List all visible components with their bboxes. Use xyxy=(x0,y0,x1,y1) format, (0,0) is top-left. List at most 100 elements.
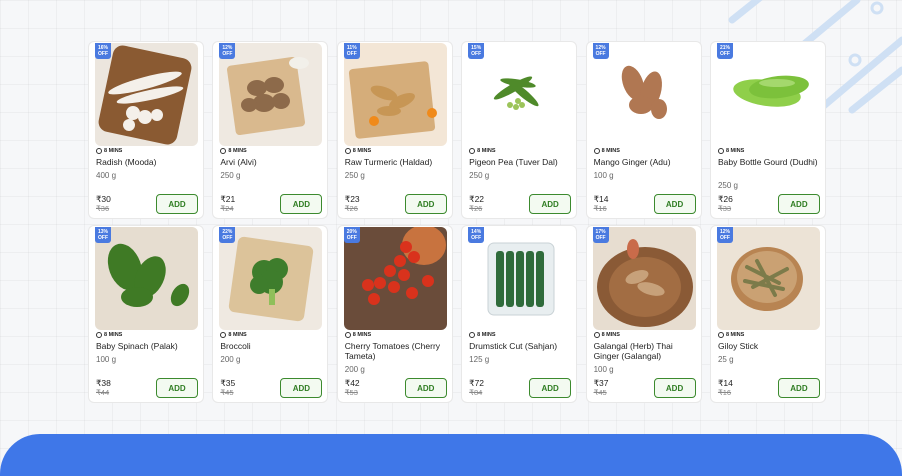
add-button[interactable]: ADD xyxy=(280,194,323,214)
product-weight: 250 g xyxy=(717,181,738,190)
add-button[interactable]: ADD xyxy=(280,378,323,398)
product-mrp: ₹44 xyxy=(96,388,110,397)
product-price: ₹21 xyxy=(220,194,236,204)
product-image-cherry-tomatoes[interactable] xyxy=(343,227,447,330)
product-price: ₹38 xyxy=(96,378,111,388)
product-weight: 200 g xyxy=(344,365,365,374)
product-mrp: ₹53 xyxy=(344,388,358,397)
timer-icon xyxy=(220,332,227,338)
delivery-time: 8 MINS xyxy=(717,148,744,154)
product-price: ₹14 xyxy=(717,378,733,388)
product-card[interactable]: 20% OFF 8 MINS Cherry Tomatoes (Cherry Ta… xyxy=(336,225,453,403)
add-button[interactable]: ADD xyxy=(653,378,696,398)
product-image-broccoli[interactable] xyxy=(219,227,323,330)
product-image-pigeon-pea[interactable] xyxy=(468,43,572,146)
product-image-drumstick-cut[interactable] xyxy=(468,227,572,330)
product-image-galangal[interactable] xyxy=(592,227,696,330)
timer-icon xyxy=(593,332,600,338)
timer-icon xyxy=(96,332,102,338)
discount-badge: 16% OFF xyxy=(95,43,111,59)
product-name[interactable]: Mango Ginger (Adu) xyxy=(594,157,698,167)
product-name[interactable]: Radish (Mooda) xyxy=(96,157,200,167)
add-button[interactable]: ADD xyxy=(404,378,447,398)
discount-badge: 22% OFF xyxy=(219,227,236,243)
product-mrp: ₹33 xyxy=(717,204,732,213)
delivery-time: 8 MINS xyxy=(220,332,247,338)
product-card[interactable]: 13% OFF 8 MINS Baby Spinach (Palak) 100 g… xyxy=(88,225,204,403)
add-button[interactable]: ADD xyxy=(156,194,198,214)
product-name[interactable]: Cherry Tomatoes (Cherry Tameta) xyxy=(345,341,449,361)
product-card[interactable]: 12% OFF 8 MINS Arvi (Alvi) 250 g ₹21 ₹24 … xyxy=(212,41,329,219)
timer-icon xyxy=(717,332,724,338)
product-name[interactable]: Raw Turmeric (Haldad) xyxy=(345,157,449,167)
product-price: ₹37 xyxy=(593,378,609,388)
product-card[interactable]: 16% OFF 8 MINS Radish (Mooda) 400 g ₹30 ₹… xyxy=(88,41,204,219)
discount-badge: 20% OFF xyxy=(343,227,360,243)
timer-icon xyxy=(96,148,102,154)
add-button[interactable]: ADD xyxy=(156,378,198,398)
timer-icon xyxy=(469,332,476,338)
product-name[interactable]: Arvi (Alvi) xyxy=(220,157,324,167)
add-button[interactable]: ADD xyxy=(653,194,696,214)
product-image-raw-turmeric[interactable] xyxy=(343,43,447,146)
product-image-giloy-stick[interactable] xyxy=(716,227,820,330)
product-weight: 100 g xyxy=(593,365,614,374)
product-mrp: ₹84 xyxy=(469,388,483,397)
product-image-radish[interactable] xyxy=(95,43,198,146)
product-price: ₹23 xyxy=(344,194,360,204)
product-name[interactable]: Baby Spinach (Palak) xyxy=(96,341,200,351)
product-image-baby-spinach[interactable] xyxy=(95,227,198,330)
add-button[interactable]: ADD xyxy=(777,194,820,214)
product-mrp: ₹36 xyxy=(96,204,110,213)
product-card[interactable]: 12% OFF 8 MINS Giloy Stick 25 g ₹14 ₹16 A… xyxy=(709,225,826,403)
product-mrp: ₹26 xyxy=(344,204,358,213)
product-card[interactable]: 14% OFF 8 MINS Drumstick Cut (Sahjan) 125… xyxy=(461,225,578,403)
product-name[interactable]: Drumstick Cut (Sahjan) xyxy=(469,341,573,351)
delivery-time: 8 MINS xyxy=(96,332,122,338)
product-price: ₹72 xyxy=(469,378,485,388)
discount-badge: 11% OFF xyxy=(343,43,360,59)
product-card[interactable]: 17% OFF 8 MINS Galangal (Herb) Thai Ginge… xyxy=(585,225,702,403)
discount-badge: 13% OFF xyxy=(95,227,111,243)
product-image-baby-bottle-gourd[interactable] xyxy=(716,43,820,146)
product-card[interactable]: 15% OFF 8 MINS Pigeon Pea (Tuver Dal) 250… xyxy=(461,41,578,219)
product-weight: 125 g xyxy=(469,355,490,364)
add-button[interactable]: ADD xyxy=(404,194,447,214)
product-mrp: ₹26 xyxy=(469,204,483,213)
add-button[interactable]: ADD xyxy=(777,378,820,398)
timer-icon xyxy=(344,332,351,338)
product-card[interactable]: 22% OFF 8 MINS Broccoli 200 g ₹35 ₹45 ADD xyxy=(212,225,329,403)
product-price: ₹30 xyxy=(96,194,111,204)
add-button[interactable]: ADD xyxy=(529,378,572,398)
discount-badge: 12% OFF xyxy=(592,43,609,59)
product-image-mango-ginger[interactable] xyxy=(592,43,696,146)
product-name[interactable]: Pigeon Pea (Tuver Dal) xyxy=(469,157,573,167)
product-name[interactable]: Baby Bottle Gourd (Dudhi) xyxy=(718,157,822,167)
discount-badge: 12% OFF xyxy=(716,227,733,243)
product-card[interactable]: 11% OFF 8 MINS Raw Turmeric (Haldad) 250 … xyxy=(336,41,453,219)
product-image-arvi[interactable] xyxy=(219,43,323,146)
product-name[interactable]: Giloy Stick xyxy=(718,341,822,351)
delivery-time: 8 MINS xyxy=(469,148,496,154)
discount-badge: 15% OFF xyxy=(468,43,485,59)
discount-badge: 12% OFF xyxy=(219,43,236,59)
delivery-time: 8 MINS xyxy=(344,332,371,338)
delivery-time: 8 MINS xyxy=(220,148,247,154)
product-card[interactable]: 21% OFF 8 MINS Baby Bottle Gourd (Dudhi) … xyxy=(709,41,826,219)
product-mrp: ₹16 xyxy=(593,204,607,213)
product-weight: 100 g xyxy=(96,355,117,364)
product-card[interactable]: 12% OFF 8 MINS Mango Ginger (Adu) 100 g ₹… xyxy=(585,41,702,219)
product-weight: 200 g xyxy=(220,355,241,364)
product-weight: 25 g xyxy=(717,355,734,364)
add-button[interactable]: ADD xyxy=(529,194,572,214)
delivery-time: 8 MINS xyxy=(344,148,371,154)
product-name[interactable]: Galangal (Herb) Thai Ginger (Galangal) xyxy=(594,341,698,361)
product-weight: 250 g xyxy=(220,171,241,180)
product-mrp: ₹16 xyxy=(717,388,732,397)
footer-banner xyxy=(0,434,902,476)
timer-icon xyxy=(469,148,476,154)
delivery-time: 8 MINS xyxy=(593,148,620,154)
discount-badge: 14% OFF xyxy=(468,227,485,243)
product-mrp: ₹45 xyxy=(593,388,607,397)
product-name[interactable]: Broccoli xyxy=(220,341,324,351)
